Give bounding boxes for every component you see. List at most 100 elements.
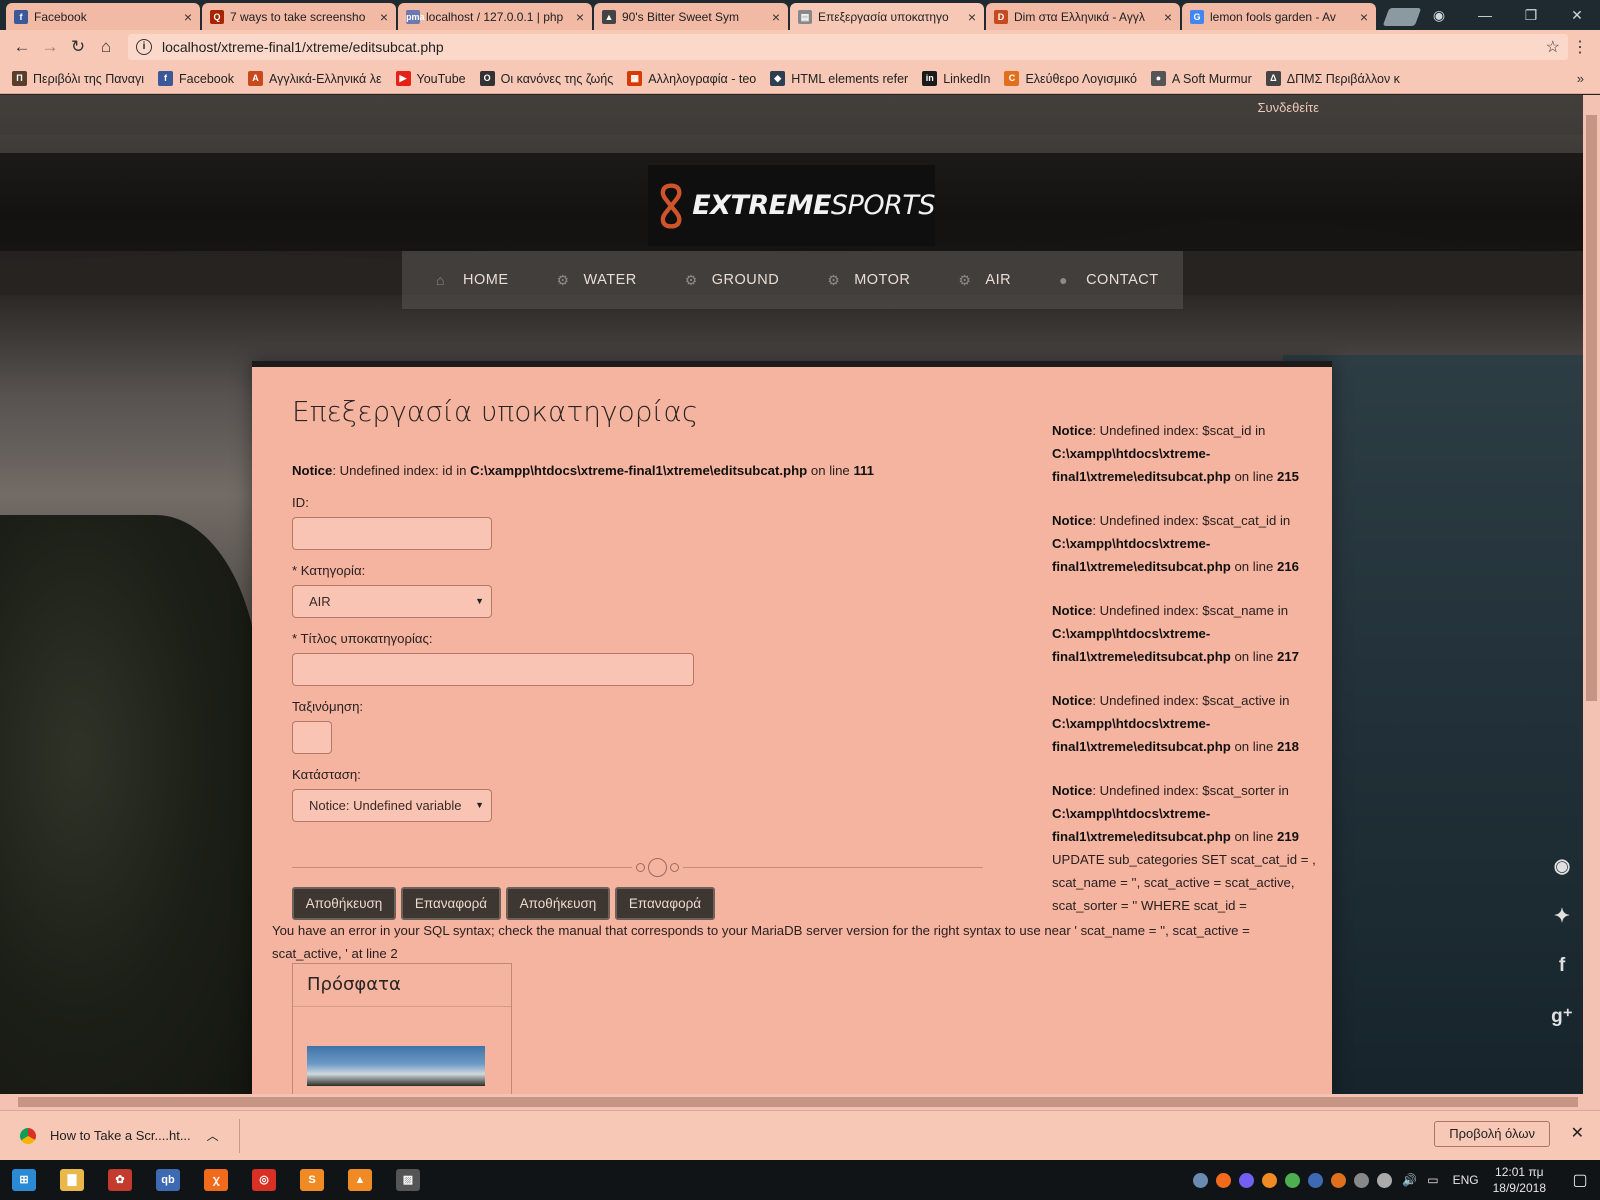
notifications-icon[interactable]: ▢ bbox=[1560, 1170, 1600, 1190]
tray-app-icon[interactable] bbox=[1285, 1172, 1301, 1188]
qbittorrent-icon[interactable]: qb bbox=[144, 1160, 192, 1200]
bookmark-favicon-icon: in bbox=[922, 71, 938, 86]
scrollbar-thumb[interactable] bbox=[18, 1097, 1578, 1107]
nav-item-home[interactable]: ⌂ HOME bbox=[436, 272, 509, 288]
bookmark-item[interactable]: Π Περιβόλι της Παναγι bbox=[12, 71, 144, 86]
close-download-bar-icon[interactable]: ✕ bbox=[1571, 1123, 1584, 1143]
volume-icon[interactable]: 🔊 bbox=[1402, 1173, 1417, 1187]
bookmark-item[interactable]: ▦ Αλληλογραφία - teo bbox=[627, 71, 756, 86]
nav-item-air[interactable]: ⚙ AIR bbox=[958, 272, 1011, 288]
tray-app-icon[interactable] bbox=[1331, 1172, 1347, 1188]
browser-tab[interactable]: D Dim στα Ελληνικά - Αγγλ × bbox=[986, 3, 1180, 30]
chrome-icon[interactable]: ◎ bbox=[240, 1160, 288, 1200]
clock[interactable]: 12:01 πμ 18/9/2018 bbox=[1493, 1164, 1546, 1196]
browser-tab[interactable]: Q 7 ways to take screensho × bbox=[202, 3, 396, 30]
gears-icon: ⚙ bbox=[556, 272, 570, 288]
close-tab-icon[interactable]: × bbox=[968, 9, 976, 25]
id-input[interactable] bbox=[292, 517, 492, 550]
popcorn-icon[interactable]: ✿ bbox=[96, 1160, 144, 1200]
tray-app-icon[interactable] bbox=[1354, 1172, 1370, 1188]
url-text[interactable]: localhost/xtreme-final1/xtreme/editsubca… bbox=[162, 39, 1546, 55]
recent-post-thumbnail[interactable] bbox=[307, 1046, 485, 1086]
show-all-downloads-button[interactable]: Προβολή όλων bbox=[1434, 1121, 1550, 1147]
login-link[interactable]: Συνδεθείτε bbox=[1257, 100, 1319, 115]
bookmark-item[interactable]: Δ ΔΠΜΣ Περιβάλλον κ bbox=[1265, 71, 1400, 86]
close-tab-icon[interactable]: × bbox=[1360, 9, 1368, 25]
tray-app-icon[interactable] bbox=[1262, 1172, 1278, 1188]
browser-tab[interactable]: ▲ 90's Bitter Sweet Sym × bbox=[594, 3, 788, 30]
nav-item-contact[interactable]: ● CONTACT bbox=[1059, 272, 1159, 288]
close-tab-icon[interactable]: × bbox=[380, 9, 388, 25]
close-tab-icon[interactable]: × bbox=[576, 9, 584, 25]
music-icon: ▲ bbox=[602, 9, 616, 24]
chevron-up-icon[interactable]: ︿ bbox=[207, 1127, 219, 1144]
rss-icon[interactable]: ◉ bbox=[1550, 855, 1574, 878]
nav-item-motor[interactable]: ⚙ MOTOR bbox=[827, 272, 910, 288]
close-window-button[interactable]: ✕ bbox=[1554, 7, 1600, 24]
browser-tab[interactable]: Glemon fools garden - Av × bbox=[1182, 3, 1376, 30]
bookmark-item[interactable]: in LinkedIn bbox=[922, 71, 990, 86]
facebook-icon[interactable]: f bbox=[1550, 955, 1574, 977]
status-select[interactable]: Notice: Undefined variable ▼ bbox=[292, 789, 492, 822]
browser-menu-icon[interactable]: ⋮ bbox=[1568, 37, 1592, 57]
close-tab-icon[interactable]: × bbox=[184, 9, 192, 25]
sublime-icon[interactable]: S bbox=[288, 1160, 336, 1200]
more-bookmarks-icon[interactable]: » bbox=[1577, 71, 1584, 86]
close-tab-icon[interactable]: × bbox=[772, 9, 780, 25]
close-tab-icon[interactable]: × bbox=[1164, 9, 1172, 25]
category-select[interactable]: AIR ▼ bbox=[292, 585, 492, 618]
tray-app-icon[interactable] bbox=[1377, 1172, 1393, 1188]
xampp-icon[interactable]: ꭓ bbox=[192, 1160, 240, 1200]
vertical-scrollbar[interactable] bbox=[1583, 95, 1600, 1094]
site-info-icon[interactable]: i bbox=[136, 39, 152, 55]
clock-date: 18/9/2018 bbox=[1492, 1181, 1546, 1195]
qbittorrent-tray-icon[interactable] bbox=[1308, 1172, 1324, 1188]
horizontal-scrollbar[interactable] bbox=[0, 1094, 1600, 1110]
maximize-button[interactable]: ❐ bbox=[1508, 7, 1554, 24]
bookmark-item[interactable]: ◆ HTML elements refer bbox=[770, 71, 908, 86]
reset-button[interactable]: Επαναφορά bbox=[401, 887, 501, 920]
nav-item-water[interactable]: ⚙ WATER bbox=[557, 272, 637, 288]
photos-icon[interactable]: ▨ bbox=[384, 1160, 432, 1200]
language-indicator[interactable]: ENG bbox=[1453, 1173, 1479, 1187]
bookmark-item[interactable]: ● A Soft Murmur bbox=[1150, 71, 1252, 86]
vlc-icon[interactable]: ▲ bbox=[336, 1160, 384, 1200]
bookmark-star-icon[interactable]: ☆ bbox=[1546, 37, 1560, 57]
minimize-button[interactable]: — bbox=[1462, 7, 1508, 23]
bookmark-item[interactable]: f Facebook bbox=[158, 71, 234, 86]
phpmyadmin-icon: pma bbox=[406, 9, 425, 24]
reload-button[interactable]: ↻ bbox=[64, 37, 92, 57]
save-button[interactable]: Αποθήκευση bbox=[292, 887, 396, 920]
scrollbar-thumb[interactable] bbox=[1586, 115, 1597, 701]
site-logo[interactable]: EXTREMESPORTS bbox=[648, 165, 936, 246]
reset-button-2[interactable]: Επαναφορά bbox=[615, 887, 715, 920]
back-button[interactable]: ← bbox=[8, 37, 36, 57]
browser-tab[interactable]: f Facebook × bbox=[6, 3, 200, 30]
recent-widget: Πρόσφατα bbox=[292, 963, 512, 1094]
bookmark-item[interactable]: Ο Οι κανόνες της ζωής bbox=[479, 71, 613, 86]
forward-button[interactable]: → bbox=[36, 37, 64, 57]
browser-tab[interactable]: pma localhost / 127.0.0.1 | php × bbox=[398, 3, 592, 30]
home-button[interactable]: ⌂ bbox=[92, 37, 120, 57]
bookmark-item[interactable]: ▶ YouTube bbox=[395, 71, 466, 86]
network-icon[interactable]: ▭ bbox=[1427, 1173, 1438, 1187]
sort-input[interactable] bbox=[292, 721, 332, 754]
browser-tab[interactable]: ▤ Επεξεργασία υποκατηγο × bbox=[790, 3, 984, 30]
bookmark-favicon-icon: ▦ bbox=[627, 71, 643, 86]
viber-icon[interactable] bbox=[1239, 1172, 1255, 1188]
tab-title: Dim στα Ελληνικά - Αγγλ bbox=[1014, 9, 1145, 24]
profile-icon[interactable]: ◉ bbox=[1416, 7, 1462, 24]
bookmark-item[interactable]: C Ελεύθερο Λογισμικό bbox=[1004, 71, 1137, 86]
download-item[interactable]: How to Take a Scr....ht... ︿ bbox=[0, 1118, 240, 1153]
windows-start-icon[interactable]: ⊞ bbox=[0, 1160, 48, 1200]
nav-item-ground[interactable]: ⚙ GROUND bbox=[685, 272, 779, 288]
file-explorer-icon[interactable]: ▇ bbox=[48, 1160, 96, 1200]
google-plus-icon[interactable]: g⁺ bbox=[1550, 1005, 1574, 1028]
save-button-2[interactable]: Αποθήκευση bbox=[506, 887, 610, 920]
bookmark-item[interactable]: A Αγγλικά-Ελληνικά λε bbox=[247, 71, 382, 86]
tray-app-icon[interactable] bbox=[1193, 1172, 1209, 1188]
subcategory-title-input[interactable] bbox=[292, 653, 694, 686]
twitter-icon[interactable]: ✦ bbox=[1550, 905, 1574, 928]
tray-app-icon[interactable] bbox=[1216, 1172, 1232, 1188]
address-bar[interactable]: i localhost/xtreme-final1/xtreme/editsub… bbox=[128, 34, 1568, 60]
